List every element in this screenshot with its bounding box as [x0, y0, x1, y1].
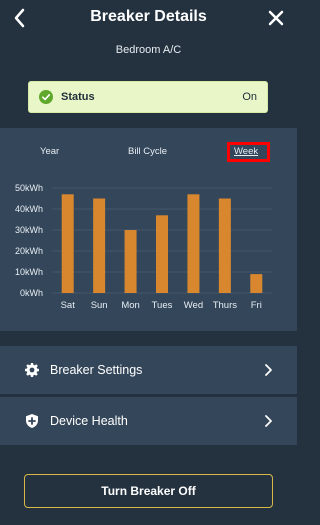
status-value: On — [242, 91, 257, 103]
bar-sat — [61, 194, 74, 293]
chevron-right-icon — [265, 364, 272, 376]
device-health-row[interactable]: Device Health — [0, 397, 297, 445]
period-tabs: Year Bill Cycle Week — [0, 128, 297, 170]
bar-thurs — [218, 198, 231, 293]
gear-icon — [25, 363, 39, 377]
y-tick-label: 30kWh — [15, 225, 43, 235]
close-button[interactable] — [265, 6, 287, 30]
y-tick-label: 50kWh — [15, 183, 43, 193]
page-title: Breaker Details — [90, 8, 207, 25]
chevron-right-icon — [265, 415, 272, 427]
turn-breaker-off-button[interactable]: Turn Breaker Off — [24, 474, 273, 508]
breaker-settings-row[interactable]: Breaker Settings — [0, 346, 297, 394]
x-tick-label: Tues — [152, 300, 173, 311]
breaker-settings-label: Breaker Settings — [50, 363, 143, 377]
bar-mon — [124, 230, 137, 293]
x-tick-label: Sat — [61, 300, 76, 311]
header: Breaker Details — [0, 0, 297, 36]
status-card: Status On — [28, 81, 268, 113]
check-circle-icon — [39, 90, 53, 104]
x-tick-label: Wed — [184, 300, 203, 311]
selected-tab-highlight — [227, 142, 270, 162]
energy-bar-chart: 50kWh 40kWh 30kWh 20kWh 10kWh 0kWh Sat Sun Mon Tu… — [15, 183, 272, 311]
x-tick-label: Fri — [251, 300, 262, 311]
bar-fri — [250, 274, 263, 293]
close-icon — [268, 10, 284, 26]
y-tick-label: 0kWh — [20, 288, 43, 298]
x-tick-label: Sun — [91, 300, 108, 311]
x-tick-label: Thurs — [213, 300, 238, 311]
tab-year[interactable]: Year — [40, 146, 59, 157]
device-name: Bedroom A/C — [115, 44, 182, 56]
y-tick-label: 20kWh — [15, 246, 43, 256]
chart-panel: Year Bill Cycle Week 50kWh 40kWh 30kWh 20kW… — [0, 128, 297, 331]
bar-sun — [93, 198, 106, 293]
bar-wed — [187, 194, 200, 293]
status-label: Status — [61, 91, 95, 103]
y-tick-label: 40kWh — [15, 204, 43, 214]
x-tick-label: Mon — [121, 300, 139, 311]
device-health-label: Device Health — [50, 414, 128, 428]
shield-plus-icon — [26, 414, 38, 428]
bar-tues — [156, 215, 168, 293]
tab-bill-cycle[interactable]: Bill Cycle — [128, 146, 167, 157]
y-tick-label: 10kWh — [15, 267, 43, 277]
